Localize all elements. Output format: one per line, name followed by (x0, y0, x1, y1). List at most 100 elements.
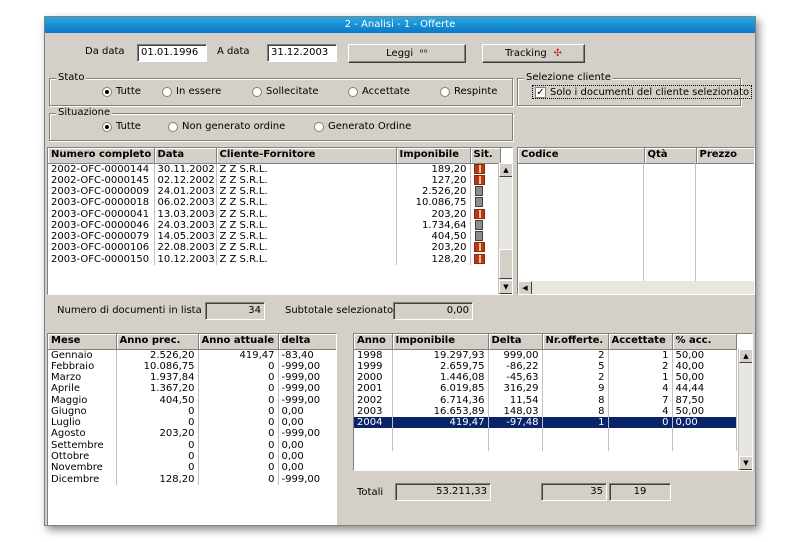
table-row[interactable]: 2002-OFC-0000145 02.12.2002 Z Z S.R.L. 127,… (48, 174, 501, 186)
table-row[interactable]: Maggio 404,50 0 -999,00 (48, 394, 336, 406)
month-current-year: 0 (198, 416, 279, 429)
month-name: Febbraio (48, 360, 117, 372)
details-col-prezzo[interactable]: Prezzo (696, 148, 754, 164)
doc-imponibile: 128,20 (396, 253, 471, 265)
yearly-col-anno[interactable]: Anno (354, 334, 393, 350)
details-grid[interactable]: Codice Qtà Prezzo ◀ (517, 147, 755, 295)
table-row[interactable]: 2002-OFC-0000144 30.11.2002 Z Z S.R.L. 189,… (48, 163, 501, 175)
tracking-button[interactable]: Tracking ✣ (482, 44, 585, 63)
monthly-col-mese[interactable]: Mese (48, 334, 117, 350)
documents-col-sit[interactable]: Sit. (470, 148, 501, 164)
documents-col-data[interactable]: Data (154, 148, 217, 164)
table-row[interactable]: Agosto 203,20 0 -999,00 (48, 428, 336, 440)
scroll-up-icon[interactable]: ▲ (499, 163, 512, 177)
scroll-down-icon[interactable]: ▼ (499, 280, 512, 294)
table-row[interactable]: Marzo 1.937,84 0 -999,00 (48, 371, 336, 384)
year-anno: 2002 (354, 394, 393, 406)
details-col-codice[interactable]: Codice (518, 148, 645, 164)
empty-cell (488, 428, 543, 440)
yearly-scrollbar[interactable]: ▲ ▼ (738, 349, 752, 470)
table-row[interactable]: Gennaio 2.526,20 419,47 -83,40 (48, 349, 336, 361)
year-accettate: 0 (608, 416, 673, 429)
month-name: Aprile (48, 383, 117, 395)
table-row[interactable]: Settembre 0 0 0,00 (48, 439, 336, 451)
yearly-col-accettate[interactable]: Accettate (608, 334, 673, 350)
client-only-checkbox[interactable]: ✓ Solo i documenti del cliente seleziona… (532, 85, 753, 99)
table-row[interactable]: 2003-OFC-0000046 24.03.2003 Z Z S.R.L. 1.73… (48, 219, 501, 231)
monthly-col-anno-attuale[interactable]: Anno attuale (198, 334, 279, 350)
details-col-divider (643, 163, 644, 281)
table-row[interactable]: Novembre 0 0 0,00 (48, 462, 336, 474)
month-name: Luglio (48, 416, 117, 429)
from-date-input[interactable]: 01.01.1996 (137, 44, 207, 62)
month-prev-year: 404,50 (116, 394, 199, 406)
yearly-col-delta[interactable]: Delta (488, 334, 543, 350)
table-row[interactable]: 2003-OFC-0000150 10.12.2003 Z Z S.R.L. 128,… (48, 253, 501, 265)
year-anno: 2001 (354, 383, 393, 395)
documents-col-imponibile[interactable]: Imponibile (396, 148, 471, 164)
doc-numero: 2003-OFC-0000041 (48, 208, 155, 220)
table-row[interactable]: 1999 2.659,75 -86,22 5 2 40,00 (354, 360, 737, 372)
table-row[interactable]: Luglio 0 0 0,00 (48, 416, 336, 429)
yearly-col-pct-acc[interactable]: % acc. (672, 334, 737, 350)
details-col-qta[interactable]: Qtà (644, 148, 697, 164)
yearly-col-imponibile[interactable]: Imponibile (392, 334, 489, 350)
table-row[interactable]: 2004 419,47 -97,48 1 0 0,00 (354, 416, 737, 429)
gift-icon (473, 163, 485, 174)
monthly-grid[interactable]: Mese Anno prec. Anno attuale delta Gennaio 2… (47, 333, 337, 525)
table-row[interactable]: 2003 16.653,89 148,03 8 4 50,00 (354, 405, 737, 417)
monthly-col-anno-prec[interactable]: Anno prec. (116, 334, 199, 350)
table-row[interactable]: 2001 6.019,85 316,29 9 4 44,44 (354, 383, 737, 395)
documents-col-cliente[interactable]: Cliente-Fornitore (216, 148, 397, 164)
table-row[interactable]: Aprile 1.367,20 0 -999,00 (48, 383, 336, 395)
monthly-col-delta[interactable]: delta (278, 334, 336, 350)
table-row[interactable]: 2003-OFC-0000018 06.02.2003 Z Z S.R.L. 10.0… (48, 197, 501, 209)
table-row[interactable]: 2003-OFC-0000106 22.08.2003 Z Z S.R.L. 203,… (48, 242, 501, 254)
scroll-thumb[interactable] (499, 249, 512, 279)
month-current-year: 0 (198, 428, 279, 440)
table-row[interactable]: 1998 19.297,93 999,00 2 1 50,00 (354, 349, 737, 361)
month-name: Giugno (48, 405, 117, 417)
doc-data: 22.08.2003 (154, 242, 217, 254)
read-button[interactable]: Leggi ᵒᵒ (348, 44, 466, 63)
documents-grid[interactable]: Numero completo Data Cliente-Fornitore Impo… (47, 147, 513, 295)
empty-cell (542, 428, 609, 440)
year-delta: -86,22 (488, 360, 543, 372)
documents-scrollbar[interactable]: ▲ ▼ (498, 163, 512, 294)
stato-radio-respinte[interactable]: Respinte (440, 86, 497, 97)
table-row[interactable]: 2000 1.446,08 -45,63 2 1 50,00 (354, 371, 737, 384)
table-row[interactable]: 2002 6.714,36 11,54 8 7 87,50 (354, 394, 737, 406)
table-row[interactable]: Febbraio 10.086,75 0 -999,00 (48, 360, 336, 372)
doc-cliente: Z Z S.R.L. (216, 253, 397, 265)
table-row[interactable]: 2003-OFC-0000041 13.03.2003 Z Z S.R.L. 203,… (48, 208, 501, 220)
table-row[interactable]: Dicembre 128,20 0 -999,00 (48, 473, 336, 485)
situazione-radio-tutte[interactable]: Tutte (102, 121, 141, 132)
details-hscrollbar[interactable]: ◀ (518, 281, 754, 294)
totals-accettate: 19 (609, 483, 671, 501)
stato-radio-tutte[interactable]: Tutte (102, 86, 141, 97)
scroll-left-icon[interactable]: ◀ (518, 281, 532, 294)
empty-cell (672, 439, 737, 451)
situazione-radio-generato[interactable]: Generato Ordine (314, 121, 411, 132)
table-row[interactable]: 2003-OFC-0000079 14.05.2003 Z Z S.R.L. 404,… (48, 230, 501, 243)
yearly-col-nr-offerte[interactable]: Nr.offerte. (542, 334, 609, 350)
doc-data: 06.02.2003 (154, 197, 217, 209)
stato-radio-accettate[interactable]: Accettate (348, 86, 410, 97)
doc-imponibile: 1.734,64 (396, 219, 471, 231)
year-delta: 999,00 (488, 349, 543, 361)
scroll-down-icon[interactable]: ▼ (739, 456, 752, 470)
table-row[interactable]: 2003-OFC-0000009 24.01.2003 Z Z S.R.L. 2.52… (48, 185, 501, 198)
scroll-up-icon[interactable]: ▲ (739, 349, 752, 363)
yearly-grid[interactable]: Anno Imponibile Delta Nr.offerte. Accettate%… (353, 333, 753, 471)
table-row[interactable]: Giugno 0 0 0,00 (48, 405, 336, 417)
to-date-input[interactable]: 31.12.2003 (267, 44, 337, 62)
stato-radio-in-essere[interactable]: In essere (162, 86, 221, 97)
situazione-radio-non-generato[interactable]: Non generato ordine (168, 121, 285, 132)
totals-imponibile: 53.211,33 (395, 483, 491, 501)
doc-numero: 2002-OFC-0000145 (48, 174, 155, 186)
table-row[interactable]: Ottobre 0 0 0,00 (48, 450, 336, 463)
year-delta: -45,63 (488, 371, 543, 384)
empty-row (354, 428, 737, 440)
stato-radio-sollecitate[interactable]: Sollecitate (252, 86, 319, 97)
documents-col-numero[interactable]: Numero completo (48, 148, 155, 164)
